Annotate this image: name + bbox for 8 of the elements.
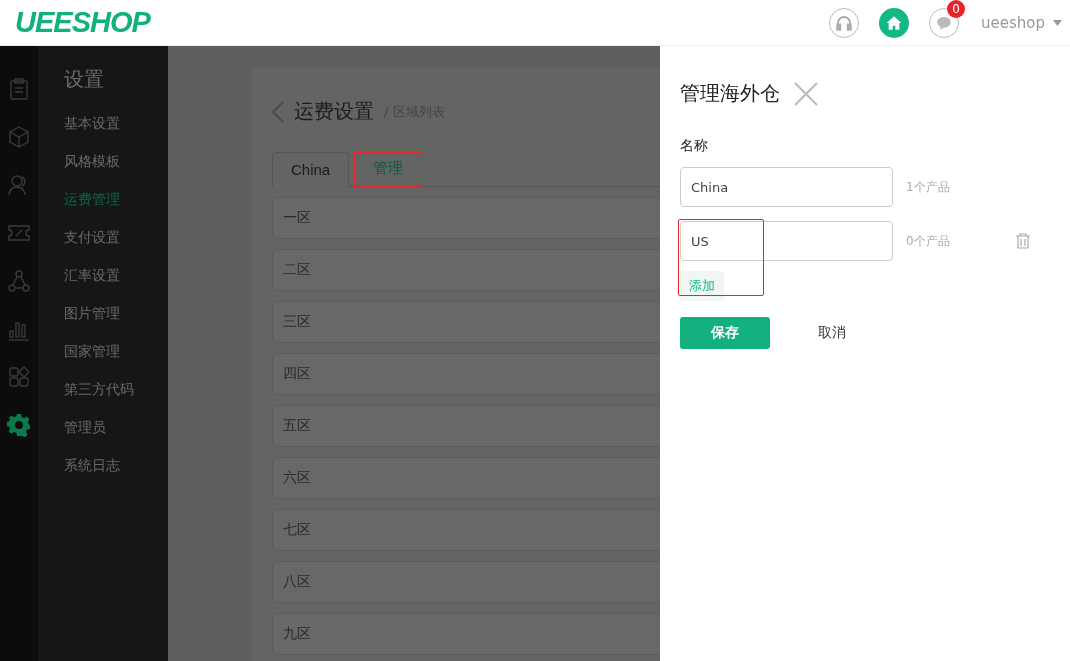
drawer-title: 管理海外仓: [680, 80, 780, 107]
notification-badge: 0: [947, 0, 965, 18]
sidebar-title: 设置: [64, 66, 105, 93]
product-count: 0个产品: [906, 232, 951, 250]
page-title: 运费设置: [294, 98, 374, 125]
name-label: 名称: [680, 137, 709, 155]
product-count: 1个产品: [906, 178, 951, 196]
logo: UEESHOP: [15, 6, 150, 39]
